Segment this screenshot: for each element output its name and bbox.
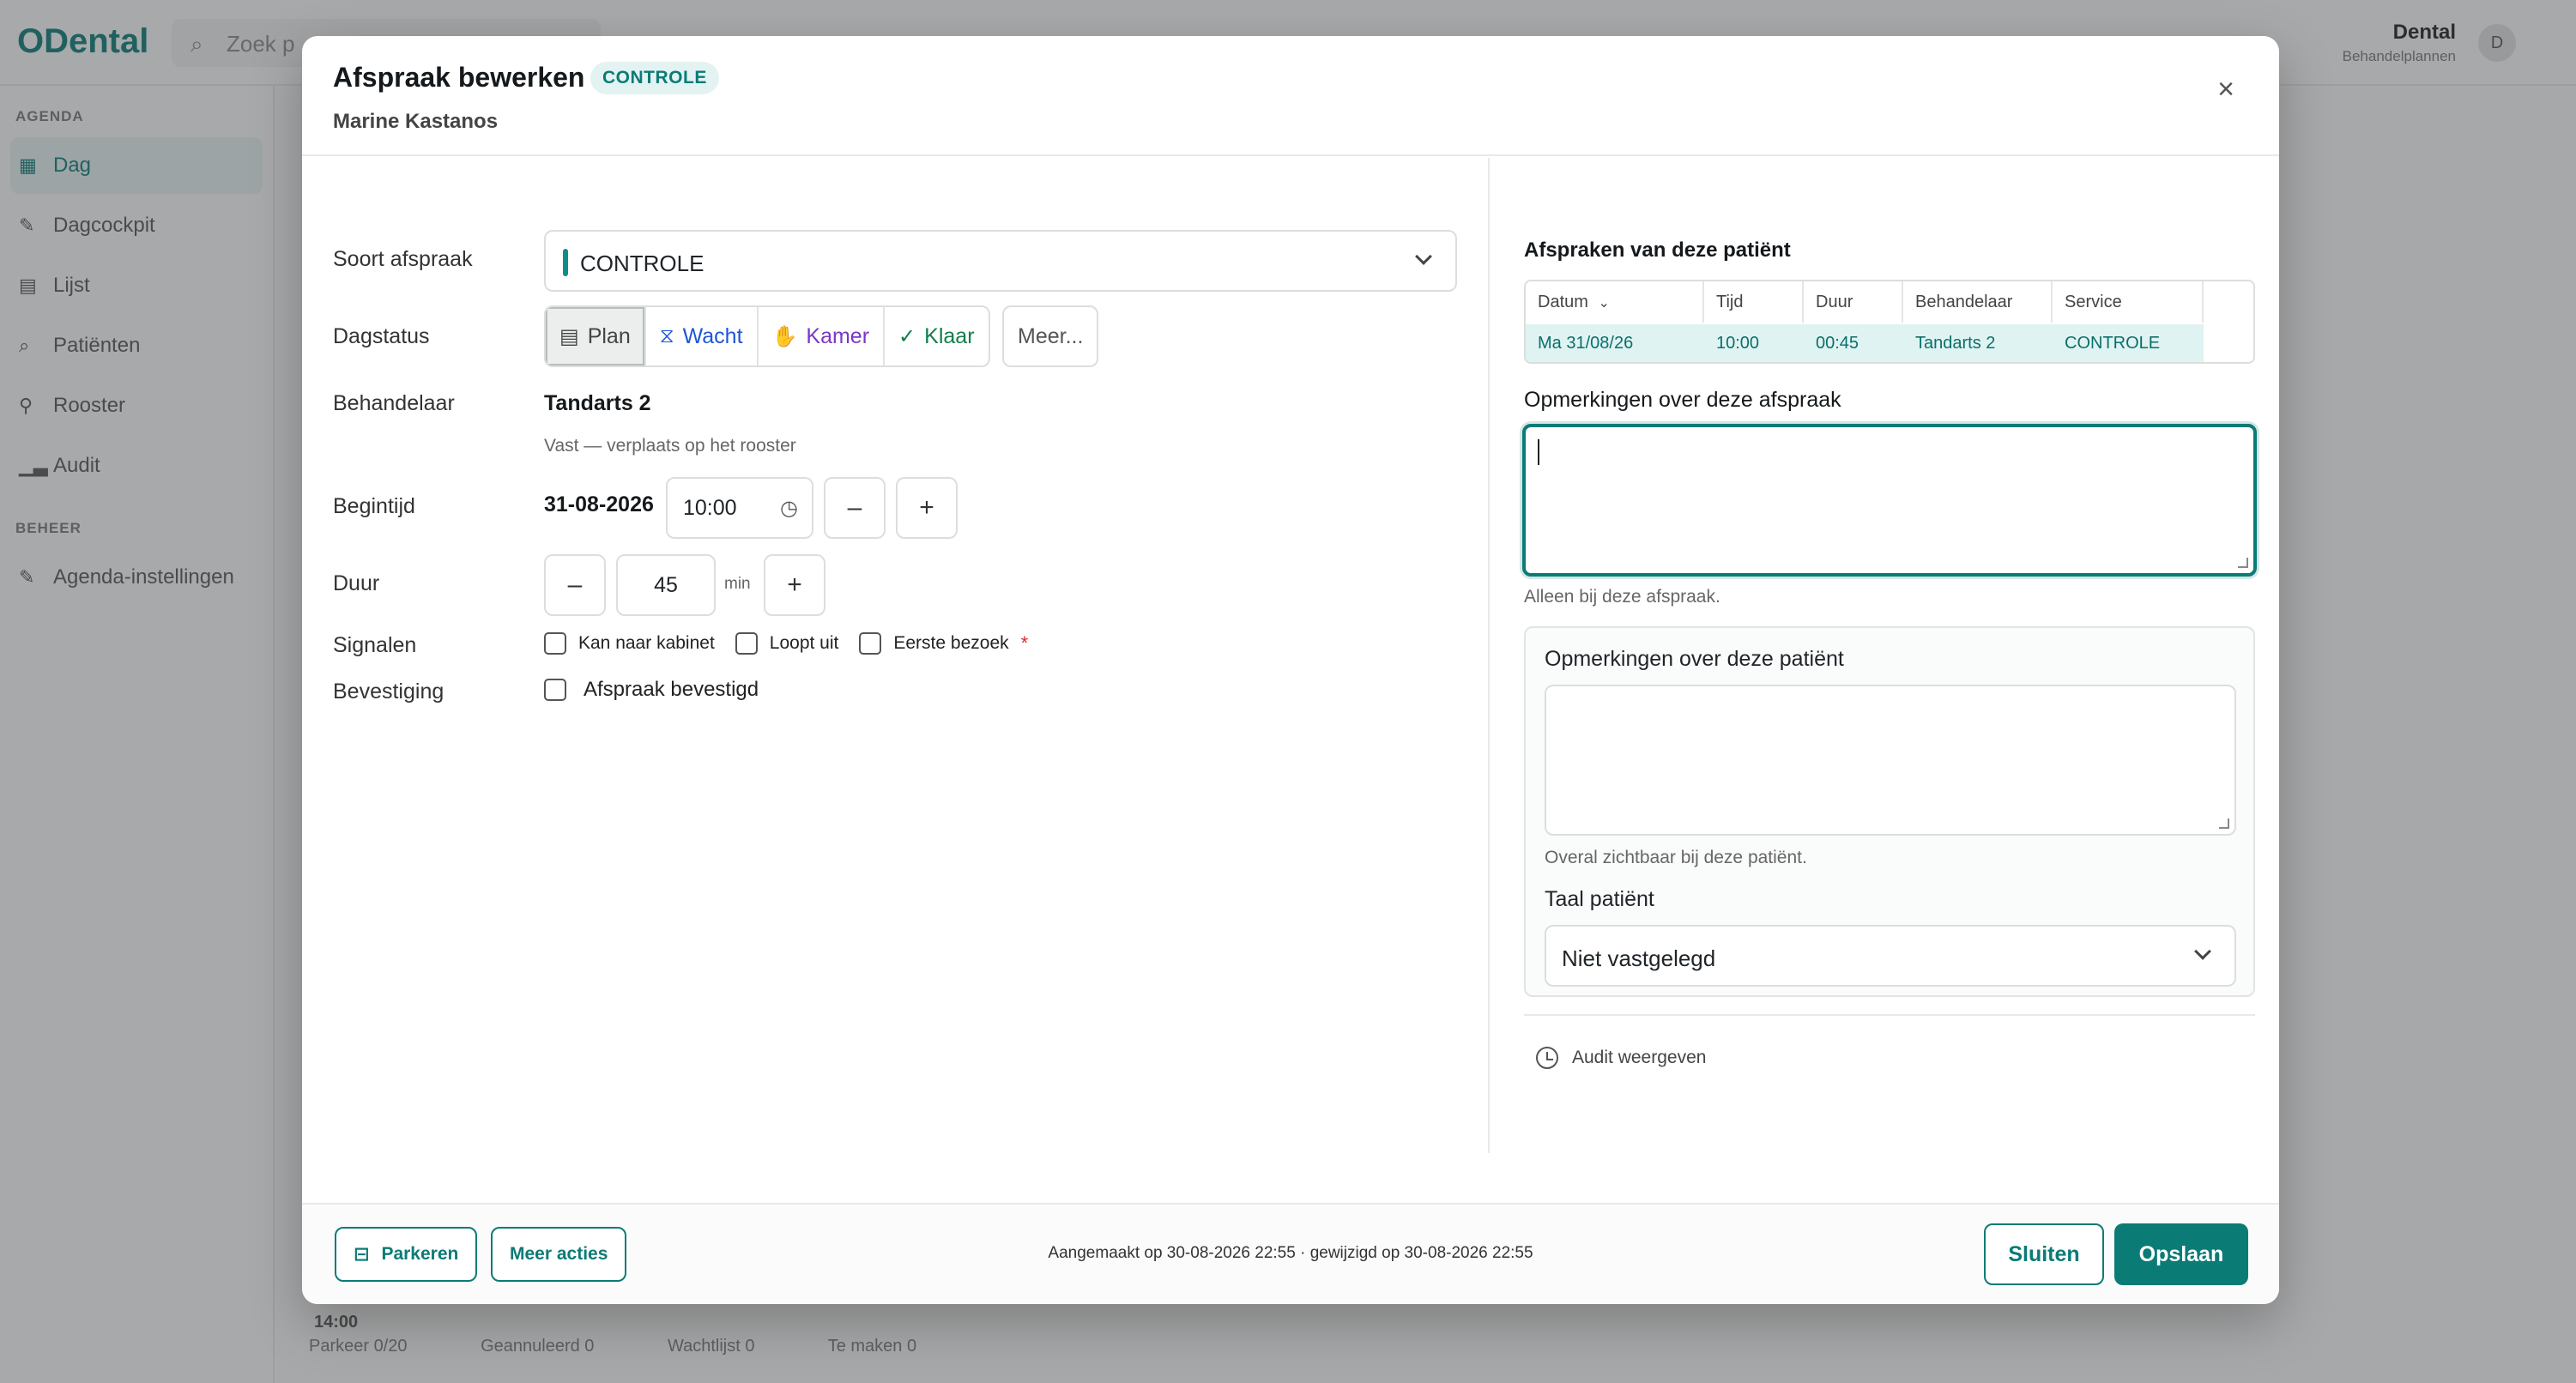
resize-handle[interactable] bbox=[2238, 558, 2248, 568]
appointment-confirmed-label: Afspraak bevestigd bbox=[584, 678, 759, 701]
duration-increase-button[interactable]: + bbox=[764, 554, 825, 616]
start-time-label: Begintijd bbox=[333, 494, 415, 518]
status-klaar-label: Klaar bbox=[924, 323, 975, 348]
close-button[interactable]: Sluiten bbox=[1984, 1223, 2104, 1285]
signal-loopt-uit-label: Loopt uit bbox=[769, 633, 839, 653]
close-icon[interactable]: × bbox=[2207, 70, 2245, 108]
save-button[interactable]: Opslaan bbox=[2114, 1223, 2248, 1285]
patient-appointments-title: Afspraken van deze patiënt bbox=[1524, 239, 1791, 262]
audit-timestamps: Aangemaakt op 30-08-2026 22:55 · gewijzi… bbox=[1048, 1244, 1533, 1262]
signals-label: Signalen bbox=[333, 633, 417, 657]
start-date-value: 31-08-2026 bbox=[544, 492, 654, 516]
status-wacht-label: Wacht bbox=[682, 323, 743, 348]
appointment-notes-hint: Alleen bij deze afspraak. bbox=[1524, 587, 1720, 607]
clock-icon bbox=[1536, 1047, 1558, 1069]
signal-kabinet-checkbox[interactable] bbox=[544, 632, 566, 655]
status-kamer-label: Kamer bbox=[806, 323, 870, 348]
time-decrease-button[interactable]: – bbox=[824, 477, 886, 539]
time-increase-button[interactable]: + bbox=[896, 477, 958, 539]
type-label: Soort afspraak bbox=[333, 247, 473, 271]
confirmation-label: Bevestiging bbox=[333, 679, 444, 704]
duration-unit: min bbox=[724, 575, 751, 593]
signals-row: Kan naar kabinet Loopt uit Eerste bezoek… bbox=[544, 632, 1028, 655]
column-datum-label: Datum bbox=[1538, 293, 1588, 311]
practitioner-hint: Vast — verplaats op het rooster bbox=[544, 436, 796, 456]
cell-tijd: 10:00 bbox=[1716, 334, 1760, 353]
hourglass-icon: ⧖ bbox=[659, 324, 674, 347]
duration-decrease-button[interactable]: – bbox=[544, 554, 606, 616]
cell-datum: Ma 31/08/26 bbox=[1538, 334, 1634, 353]
confirmation-row: Afspraak bevestigd bbox=[544, 678, 779, 702]
chevron-down-icon bbox=[1415, 248, 1432, 265]
dialog-footer: ⊟ Parkeren Meer acties Aangemaakt op 30-… bbox=[302, 1203, 2279, 1304]
patient-name: Marine Kastanos bbox=[333, 110, 499, 133]
practitioner-value: Tandarts 2 bbox=[544, 391, 651, 415]
column-header-tijd[interactable]: Tijd bbox=[1704, 281, 1804, 323]
appointment-type-badge: CONTROLE bbox=[590, 62, 719, 94]
status-kamer-button[interactable]: ✋ Kamer bbox=[759, 307, 886, 365]
patient-notes-label: Opmerkingen over deze patiënt bbox=[1545, 647, 1844, 671]
column-header-behandelaar[interactable]: Behandelaar bbox=[1903, 281, 2053, 323]
duration-input[interactable]: 45 bbox=[616, 554, 716, 616]
start-time-value: 10:00 bbox=[683, 496, 737, 520]
signal-kabinet-label: Kan naar kabinet bbox=[578, 633, 715, 653]
audit-label: Audit weergeven bbox=[1572, 1048, 1707, 1067]
calendar-icon: ▤ bbox=[559, 324, 579, 348]
language-select[interactable]: Niet vastgelegd bbox=[1545, 925, 2236, 987]
appointment-confirmed-checkbox[interactable] bbox=[544, 679, 566, 701]
status-plan-label: Plan bbox=[587, 323, 631, 348]
status-wacht-button[interactable]: ⧖ Wacht bbox=[646, 307, 759, 365]
day-status-segmented: ▤ Plan ⧖ Wacht ✋ Kamer ✓ Klaar bbox=[544, 305, 990, 367]
appointment-notes-textarea[interactable] bbox=[1522, 424, 2257, 577]
check-icon: ✓ bbox=[898, 324, 916, 348]
text-caret bbox=[1538, 439, 1539, 465]
chevron-down-icon bbox=[2194, 943, 2211, 960]
status-plan-button[interactable]: ▤ Plan bbox=[546, 307, 646, 365]
sort-down-icon: ⌄ bbox=[1598, 296, 1610, 311]
language-label: Taal patiënt bbox=[1545, 887, 1654, 911]
hand-icon: ✋ bbox=[771, 324, 798, 348]
cell-duur: 00:45 bbox=[1816, 334, 1859, 353]
patient-notes-hint: Overal zichtbaar bij deze patiënt. bbox=[1545, 848, 1807, 867]
start-time-input[interactable]: 10:00 ◷ bbox=[666, 477, 813, 539]
practitioner-label: Behandelaar bbox=[333, 391, 455, 415]
signal-eerste-bezoek-checkbox[interactable] bbox=[859, 632, 882, 655]
appointment-form: Soort afspraak CONTROLE Dagstatus ▤ Plan… bbox=[302, 158, 1488, 1153]
patient-notes-textarea[interactable] bbox=[1545, 685, 2236, 836]
dialog-header: Afspraak bewerken CONTROLE Marine Kastan… bbox=[302, 36, 2279, 156]
signal-eerste-bezoek-label: Eerste bezoek bbox=[893, 633, 1009, 653]
dialog-title: Afspraak bewerken bbox=[333, 62, 585, 93]
patient-appointments-table: Datum ⌄ Tijd Duur Behandelaar Service Ma… bbox=[1524, 280, 2255, 364]
appointment-type-value: CONTROLE bbox=[580, 251, 704, 276]
divider bbox=[1524, 1014, 2255, 1016]
patient-notes-panel: Opmerkingen over deze patiënt Overal zic… bbox=[1524, 626, 2255, 997]
appointment-notes-label: Opmerkingen over deze afspraak bbox=[1524, 388, 1841, 412]
required-marker: * bbox=[1020, 632, 1029, 654]
audit-link[interactable]: Audit weergeven bbox=[1536, 1047, 1706, 1069]
status-label: Dagstatus bbox=[333, 324, 430, 348]
column-header-duur[interactable]: Duur bbox=[1804, 281, 1903, 323]
type-color-marker bbox=[563, 249, 568, 276]
cell-behandelaar: Tandarts 2 bbox=[1915, 334, 1996, 353]
clock-icon: ◷ bbox=[780, 497, 798, 520]
status-klaar-button[interactable]: ✓ Klaar bbox=[885, 307, 988, 365]
column-header-datum[interactable]: Datum ⌄ bbox=[1526, 281, 1704, 323]
appointment-side-panel: Afspraken van deze patiënt Datum ⌄ Tijd … bbox=[1488, 158, 2279, 1153]
column-header-service[interactable]: Service bbox=[2053, 281, 2204, 323]
signal-loopt-uit-checkbox[interactable] bbox=[735, 632, 758, 655]
status-more-button[interactable]: Meer... bbox=[1002, 305, 1099, 367]
cell-service: CONTROLE bbox=[2065, 334, 2161, 353]
appointment-type-select[interactable]: CONTROLE bbox=[544, 230, 1457, 292]
edit-appointment-dialog: Afspraak bewerken CONTROLE Marine Kastan… bbox=[302, 36, 2279, 1304]
language-value: Niet vastgelegd bbox=[1562, 945, 1716, 971]
resize-handle[interactable] bbox=[2219, 818, 2229, 829]
duration-label: Duur bbox=[333, 571, 380, 595]
